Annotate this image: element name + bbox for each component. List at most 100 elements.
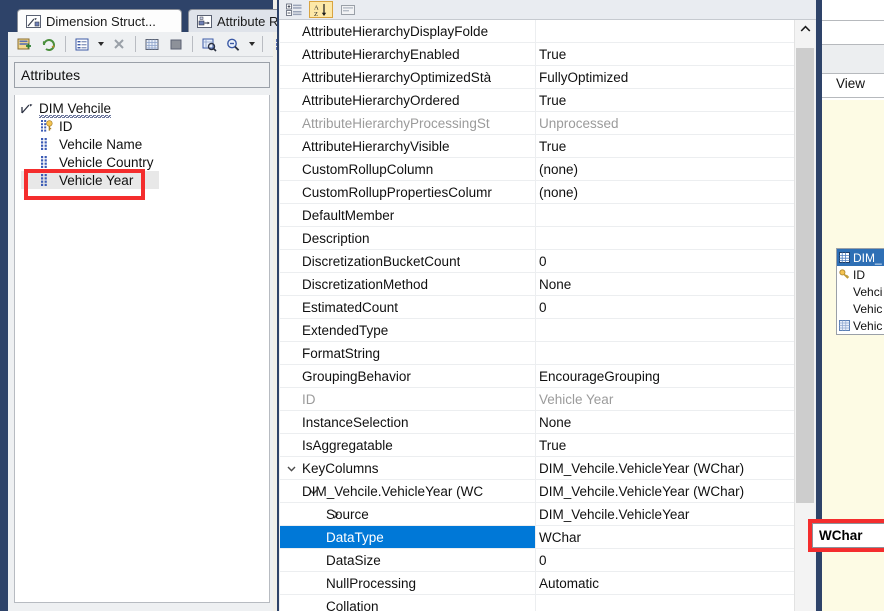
property-value-cell[interactable]: None [537, 273, 794, 295]
properties-grid[interactable]: AttributeHierarchyDisplayFolde AttributeH… [280, 20, 794, 611]
property-row[interactable]: Source DIM_Vehcile.VehicleYear [280, 503, 794, 526]
property-row[interactable]: GroupingBehavior EncourageGrouping [280, 365, 794, 388]
property-value-cell[interactable]: Vehicle Year [537, 388, 794, 410]
property-row[interactable]: FormatString [280, 342, 794, 365]
property-value-cell[interactable]: True [537, 43, 794, 65]
property-value-cell[interactable]: (none) [537, 181, 794, 203]
new-attribute-icon[interactable] [14, 34, 36, 54]
alphabetical-sort-button[interactable]: A Z [309, 1, 333, 18]
property-row[interactable]: AttributeHierarchyOptimizedStà FullyOptim… [280, 66, 794, 89]
property-name-cell: NullProcessing [280, 572, 536, 594]
property-row[interactable]: Collation [280, 595, 794, 611]
property-row[interactable]: CustomRollupColumn (none) [280, 158, 794, 181]
property-value-cell[interactable]: True [537, 434, 794, 456]
property-row[interactable]: AttributeHierarchyProcessingSt Unprocesse… [280, 112, 794, 135]
property-value-cell[interactable] [537, 204, 794, 226]
attribute-icon [41, 138, 53, 150]
attribute-relationships-icon [197, 14, 212, 28]
zoom-out-icon[interactable] [222, 34, 244, 54]
column-spacer [839, 286, 850, 297]
property-name-cell: ExtendedType [280, 319, 536, 341]
categorized-button[interactable] [282, 1, 306, 18]
property-value: FullyOptimized [539, 69, 629, 85]
property-name: DIM_Vehcile.VehicleYear (WC [302, 483, 484, 499]
refresh-icon[interactable] [38, 34, 60, 54]
property-row[interactable]: DataType WChar [280, 526, 794, 549]
property-value-cell[interactable]: Unprocessed [537, 112, 794, 134]
zoom-region-icon[interactable] [198, 34, 220, 54]
property-value-cell[interactable] [537, 20, 794, 42]
property-name-cell: AttributeHierarchyOrdered [280, 89, 536, 111]
property-value-cell[interactable]: WChar [537, 526, 794, 548]
property-value-cell[interactable]: 0 [537, 549, 794, 571]
property-value-cell[interactable] [537, 342, 794, 364]
property-row[interactable]: DefaultMember [280, 204, 794, 227]
property-value-cell[interactable]: EncourageGrouping [537, 365, 794, 387]
tree-item-vehicle-country[interactable]: Vehicle Country [15, 153, 269, 171]
property-value-cell[interactable]: True [537, 135, 794, 157]
property-value-cell[interactable]: 0 [537, 296, 794, 318]
property-value-cell[interactable] [537, 319, 794, 341]
dropdown-arrow-icon[interactable] [95, 34, 106, 54]
property-row[interactable]: DiscretizationBucketCount 0 [280, 250, 794, 273]
dsv-table-row[interactable]: Vehci [837, 283, 884, 300]
divider [822, 20, 884, 21]
property-value-cell[interactable]: FullyOptimized [537, 66, 794, 88]
show-grid-icon[interactable] [141, 34, 163, 54]
property-row[interactable]: ExtendedType [280, 319, 794, 342]
property-row[interactable]: NullProcessing Automatic [280, 572, 794, 595]
property-row[interactable]: CustomRollupPropertiesColumr (none) [280, 181, 794, 204]
property-pages-button[interactable] [336, 1, 360, 18]
property-value: DIM_Vehcile.VehicleYear (WChar) [539, 460, 745, 476]
dsv-table-row[interactable]: Vehic [837, 300, 884, 317]
property-value-cell[interactable]: DIM_Vehcile.VehicleYear (WChar) [537, 480, 794, 502]
dsv-toolbar[interactable] [822, 44, 884, 74]
toolbar-separator-2 [135, 36, 136, 52]
scrollbar-thumb[interactable] [796, 48, 814, 503]
property-row[interactable]: DataSize 0 [280, 549, 794, 572]
dsv-table-row[interactable]: Vehic [837, 317, 884, 334]
property-value-cell[interactable] [537, 595, 794, 611]
property-row[interactable]: DiscretizationMethod None [280, 273, 794, 296]
property-value-cell[interactable]: DIM_Vehcile.VehicleYear [537, 503, 794, 525]
property-row[interactable]: InstanceSelection None [280, 411, 794, 434]
property-row[interactable]: AttributeHierarchyOrdered True [280, 89, 794, 112]
properties-list-icon[interactable] [71, 34, 93, 54]
dropdown-arrow-icon-2[interactable] [246, 34, 257, 54]
tree-item-vehcile-name[interactable]: Vehcile Name [15, 135, 269, 153]
scroll-up-icon[interactable] [795, 20, 815, 38]
property-value-cell[interactable] [537, 227, 794, 249]
tree-item-id[interactable]: ID [15, 117, 269, 135]
property-row[interactable]: AttributeHierarchyDisplayFolde [280, 20, 794, 43]
delete-icon[interactable] [108, 34, 130, 54]
fill-color-icon[interactable] [165, 34, 187, 54]
property-row[interactable]: DIM_Vehcile.VehicleYear (WC DIM_Vehcile.V… [280, 480, 794, 503]
property-value-cell[interactable]: Automatic [537, 572, 794, 594]
property-row[interactable]: ID Vehicle Year [280, 388, 794, 411]
tree-item-dimension-root[interactable]: DIM Vehcile [15, 99, 269, 118]
property-row[interactable]: AttributeHierarchyEnabled True [280, 43, 794, 66]
property-name-cell: AttributeHierarchyEnabled [280, 43, 536, 65]
tree-item-vehicle-year[interactable]: Vehicle Year [21, 171, 159, 189]
property-name-cell: Collation [280, 595, 536, 611]
property-row[interactable]: AttributeHierarchyVisible True [280, 135, 794, 158]
dsv-table-row[interactable]: ID [837, 266, 884, 283]
dsv-table-dim-vehcile[interactable]: DIM_ ID Vehci Vehic Vehic [836, 248, 884, 335]
property-value-cell[interactable]: True [537, 89, 794, 111]
attributes-section-header: Attributes [14, 62, 270, 88]
property-name-cell: DataSize [280, 549, 536, 571]
left-pane-content: Dimension Struct... Attribute Re Attribu… [8, 0, 308, 611]
property-row[interactable]: EstimatedCount 0 [280, 296, 794, 319]
property-row[interactable]: KeyColumns DIM_Vehcile.VehicleYear (WChar… [280, 457, 794, 480]
toolbar-separator-4 [262, 36, 263, 52]
tab-dimension-structure[interactable]: Dimension Struct... [17, 9, 182, 32]
property-row[interactable]: Description [280, 227, 794, 250]
property-row[interactable]: IsAggregatable True [280, 434, 794, 457]
svg-text:Z: Z [314, 11, 318, 17]
divider-2 [822, 97, 884, 98]
property-value-cell[interactable]: (none) [537, 158, 794, 180]
property-value-cell[interactable]: 0 [537, 250, 794, 272]
datatype-value-editor[interactable]: WChar [812, 523, 884, 548]
property-value-cell[interactable]: DIM_Vehcile.VehicleYear (WChar) [537, 457, 794, 479]
property-value-cell[interactable]: None [537, 411, 794, 433]
